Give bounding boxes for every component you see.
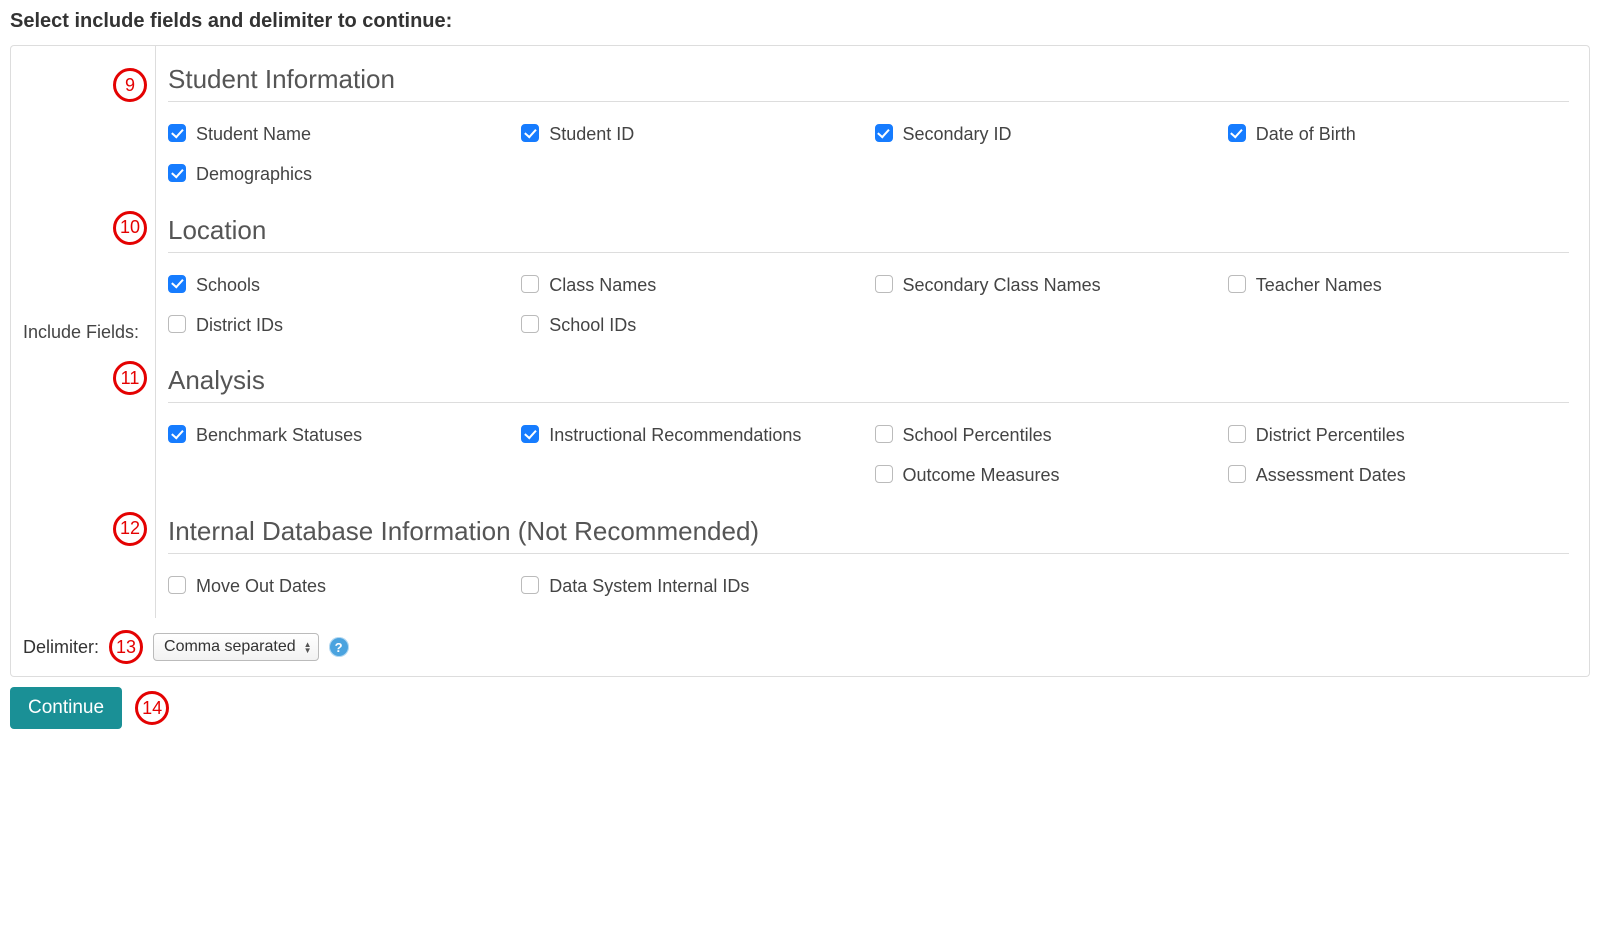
checkbox-outcome-measures[interactable]: [875, 465, 893, 483]
select-arrows-icon: ▲▼: [304, 642, 312, 653]
label-demographics: Demographics: [196, 162, 312, 186]
field-demographics: Demographics: [168, 162, 509, 186]
include-fields-panel: Include Fields: 9 Student Information St…: [10, 45, 1590, 618]
checkbox-move-out-dates[interactable]: [168, 576, 186, 594]
section-header-analysis: Analysis: [168, 365, 1569, 403]
field-schools: Schools: [168, 273, 509, 297]
label-instructional-recs: Instructional Recommendations: [549, 423, 801, 447]
annotation-14: 14: [135, 691, 169, 725]
include-fields-label: Include Fields:: [23, 322, 139, 343]
label-move-out-dates: Move Out Dates: [196, 574, 326, 598]
field-school-percentiles: School Percentiles: [875, 423, 1216, 447]
section-analysis: 11 Analysis Benchmark Statuses Instructi…: [168, 365, 1569, 488]
label-secondary-id: Secondary ID: [903, 122, 1012, 146]
delimiter-selected-value: Comma separated: [164, 638, 296, 656]
checkbox-teacher-names[interactable]: [1228, 275, 1246, 293]
annotation-13: 13: [109, 630, 143, 664]
label-student-name: Student Name: [196, 122, 311, 146]
checkbox-secondary-id[interactable]: [875, 124, 893, 142]
checkbox-class-names[interactable]: [521, 275, 539, 293]
section-header-internal: Internal Database Information (Not Recom…: [168, 516, 1569, 554]
field-data-system-ids: Data System Internal IDs: [521, 574, 862, 598]
annotation-10: 10: [113, 211, 147, 245]
field-outcome-measures: Outcome Measures: [875, 463, 1216, 487]
field-dob: Date of Birth: [1228, 122, 1569, 146]
checkbox-student-id[interactable]: [521, 124, 539, 142]
delimiter-label: Delimiter:: [23, 637, 99, 658]
label-dob: Date of Birth: [1256, 122, 1356, 146]
continue-button[interactable]: Continue: [10, 687, 122, 729]
label-outcome-measures: Outcome Measures: [903, 463, 1060, 487]
label-assessment-dates: Assessment Dates: [1256, 463, 1406, 487]
field-move-out-dates: Move Out Dates: [168, 574, 509, 598]
checkbox-schools[interactable]: [168, 275, 186, 293]
right-column: 9 Student Information Student Name Stude…: [156, 46, 1589, 618]
delimiter-row: Delimiter: 13 Comma separated ▲▼ ?: [10, 618, 1590, 677]
annotation-12: 12: [113, 512, 147, 546]
field-district-ids: District IDs: [168, 313, 509, 337]
label-teacher-names: Teacher Names: [1256, 273, 1382, 297]
section-header-location: Location: [168, 215, 1569, 253]
field-benchmark-statuses: Benchmark Statuses: [168, 423, 509, 447]
checkbox-assessment-dates[interactable]: [1228, 465, 1246, 483]
field-assessment-dates: Assessment Dates: [1228, 463, 1569, 487]
checkbox-demographics[interactable]: [168, 164, 186, 182]
section-internal: 12 Internal Database Information (Not Re…: [168, 516, 1569, 598]
field-teacher-names: Teacher Names: [1228, 273, 1569, 297]
label-class-names: Class Names: [549, 273, 656, 297]
checkbox-student-name[interactable]: [168, 124, 186, 142]
checkbox-school-ids[interactable]: [521, 315, 539, 333]
checkbox-data-system-ids[interactable]: [521, 576, 539, 594]
label-school-ids: School IDs: [549, 313, 636, 337]
label-student-id: Student ID: [549, 122, 634, 146]
label-school-percentiles: School Percentiles: [903, 423, 1052, 447]
label-schools: Schools: [196, 273, 260, 297]
checkbox-school-percentiles[interactable]: [875, 425, 893, 443]
checkbox-benchmark-statuses[interactable]: [168, 425, 186, 443]
field-instructional-recs: Instructional Recommendations: [521, 423, 862, 488]
label-district-ids: District IDs: [196, 313, 283, 337]
page-title: Select include fields and delimiter to c…: [10, 10, 1590, 33]
section-header-student-information: Student Information: [168, 64, 1569, 102]
field-school-ids: School IDs: [521, 313, 862, 337]
checkbox-dob[interactable]: [1228, 124, 1246, 142]
section-student-information: 9 Student Information Student Name Stude…: [168, 64, 1569, 187]
checkbox-secondary-class-names[interactable]: [875, 275, 893, 293]
label-data-system-ids: Data System Internal IDs: [549, 574, 749, 598]
continue-row: Continue 14: [10, 687, 1590, 729]
field-class-names: Class Names: [521, 273, 862, 297]
field-secondary-class-names: Secondary Class Names: [875, 273, 1216, 297]
checkbox-instructional-recs[interactable]: [521, 425, 539, 443]
field-student-name: Student Name: [168, 122, 509, 146]
annotation-11: 11: [113, 361, 147, 395]
label-district-percentiles: District Percentiles: [1256, 423, 1405, 447]
delimiter-select[interactable]: Comma separated ▲▼: [153, 633, 319, 661]
help-icon[interactable]: ?: [329, 637, 349, 657]
label-benchmark-statuses: Benchmark Statuses: [196, 423, 362, 447]
checkbox-district-percentiles[interactable]: [1228, 425, 1246, 443]
field-secondary-id: Secondary ID: [875, 122, 1216, 146]
field-district-percentiles: District Percentiles: [1228, 423, 1569, 447]
label-secondary-class-names: Secondary Class Names: [903, 273, 1101, 297]
section-location: 10 Location Schools Class Names Secondar…: [168, 215, 1569, 338]
field-student-id: Student ID: [521, 122, 862, 146]
annotation-9: 9: [113, 68, 147, 102]
checkbox-district-ids[interactable]: [168, 315, 186, 333]
